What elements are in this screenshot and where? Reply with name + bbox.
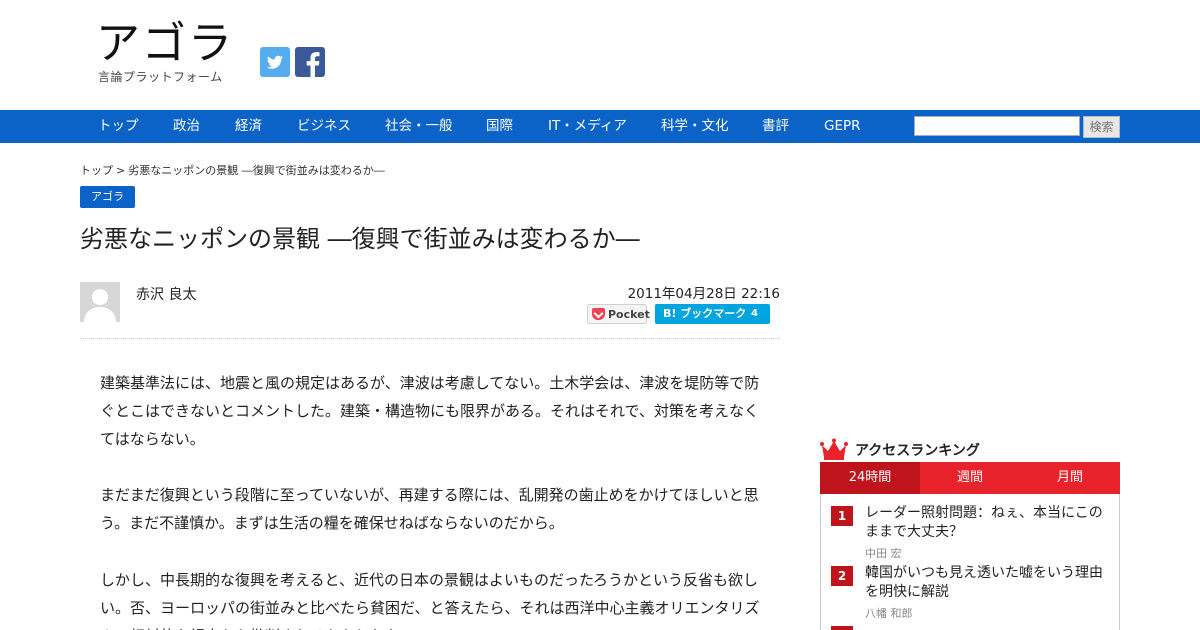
logo-subtitle: 言論プラットフォーム (98, 70, 223, 84)
article-title: 劣悪なニッポンの景観 ―復興で街並みは変わるか― (80, 225, 640, 253)
pocket-icon (592, 308, 605, 320)
article-paragraph: まだまだ復興という段階に至っていないが、再建する際には、乱開発の歯止めをかけてほ… (100, 486, 759, 532)
article-paragraph: 建築基準法には、地震と風の規定はあるが、津波は考慮してない。土木学会は、津波を堤… (100, 374, 760, 448)
breadcrumb-current: 劣悪なニッポンの景観 ―復興で街並みは変わるか― (128, 164, 385, 177)
nav-item-book-review[interactable]: 書評 (762, 110, 789, 143)
pocket-label: Pocket (608, 308, 650, 321)
nav-item-top[interactable]: トップ (98, 110, 139, 143)
logo-title: アゴラ (96, 18, 234, 69)
breadcrumb-separator: > (116, 164, 126, 177)
nav-item-gepr[interactable]: GEPR (824, 110, 861, 143)
ranking-item-author: 八幡 和郎 (865, 607, 913, 620)
publish-datetime: 2011年04月28日 22:16 (627, 286, 780, 302)
ranking-item-title[interactable]: 韓国がいつも見え透いた嘘をいう理由を明快に解説 (865, 564, 1111, 602)
nav-item-international[interactable]: 国際 (486, 110, 513, 143)
author-avatar[interactable] (80, 282, 120, 322)
search-button[interactable]: 検索 (1083, 116, 1120, 138)
breadcrumb: トップ > 劣悪なニッポンの景観 ―復興で街並みは変わるか― (80, 162, 385, 178)
ranking-list: 1 レーダー照射問題：ねぇ、本当にこのままで大丈夫？ 中田 宏 2 韓国がいつも… (820, 494, 1120, 630)
ranking-number: 3 (831, 626, 853, 630)
tab-monthly[interactable]: 月間 (1020, 462, 1120, 494)
author-name[interactable]: 赤沢 良太 (136, 284, 196, 304)
site-logo[interactable]: アゴラ 言論プラットフォーム (96, 18, 246, 88)
article-paragraph: しかし、中長期的な復興を考えると、近代の日本の景観はよいものだったろうかという反… (100, 571, 760, 630)
nav-item-it-media[interactable]: IT・メディア (548, 110, 627, 143)
article-divider (80, 338, 780, 339)
pocket-button[interactable]: Pocket (587, 304, 650, 324)
nav-item-economy[interactable]: 経済 (235, 110, 262, 143)
twitter-icon[interactable] (260, 47, 290, 77)
ranking-title: アクセスランキング (855, 443, 980, 459)
search-input[interactable] (914, 116, 1080, 136)
facebook-icon[interactable] (295, 47, 325, 77)
ranking-tabs: 24時間 週間 月間 (820, 462, 1120, 494)
site-header: アゴラ 言論プラットフォーム (0, 0, 1200, 110)
hatena-bookmark-count: 4 (751, 308, 758, 319)
category-badge[interactable]: アゴラ (80, 186, 135, 208)
ranking-number: 1 (831, 506, 853, 526)
tab-weekly[interactable]: 週間 (920, 462, 1020, 494)
nav-item-society[interactable]: 社会・一般 (385, 110, 453, 143)
breadcrumb-home-link[interactable]: トップ (80, 164, 113, 177)
ranking-number: 2 (831, 566, 853, 586)
nav-item-business[interactable]: ビジネス (297, 110, 351, 143)
hatena-bookmark-label: B! ブックマーク (663, 307, 747, 320)
crown-icon (820, 438, 848, 460)
ranking-item-title[interactable]: レーダー照射問題：ねぇ、本当にこのままで大丈夫？ (865, 504, 1111, 542)
hatena-bookmark-button[interactable]: B! ブックマーク 4 (655, 304, 770, 324)
nav-item-politics[interactable]: 政治 (173, 110, 200, 143)
nav-item-science-culture[interactable]: 科学・文化 (661, 110, 729, 143)
ranking-item-author: 中田 宏 (865, 547, 902, 560)
tab-24h[interactable]: 24時間 (820, 462, 920, 494)
